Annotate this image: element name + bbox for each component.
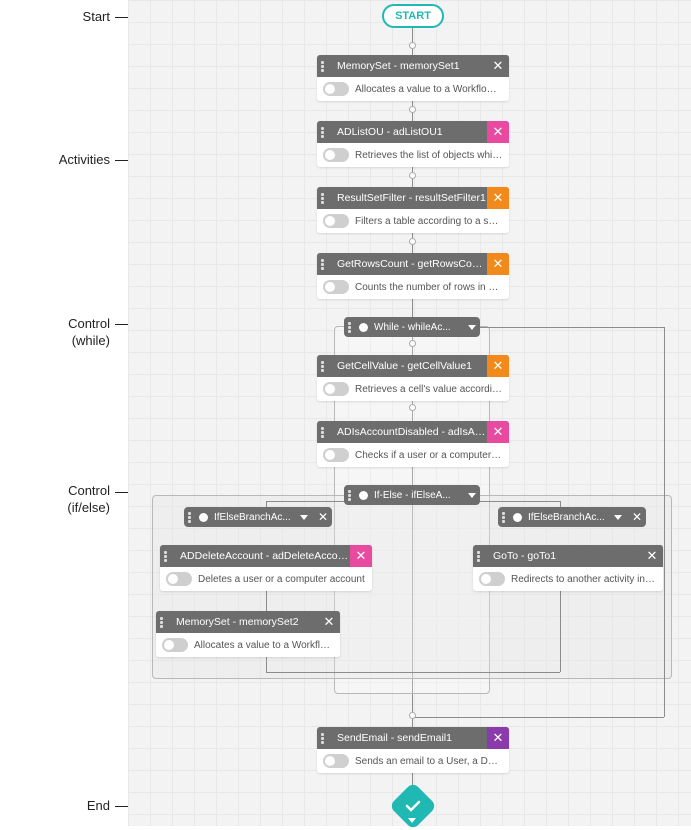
connector-ifelse-join	[266, 672, 560, 673]
node-desc: Allocates a value to a Workflow/Globa...	[194, 640, 334, 651]
workflow-canvas[interactable]: START MemorySet - memorySet1✕ Allocates …	[128, 0, 691, 826]
status-led	[199, 513, 208, 522]
chevron-down-icon[interactable]	[300, 515, 308, 520]
chevron-down-icon[interactable]	[614, 515, 622, 520]
control-title: IfElseBranchAc...	[528, 512, 605, 523]
enable-toggle[interactable]	[479, 572, 505, 586]
status-led	[359, 323, 368, 332]
enable-toggle[interactable]	[323, 382, 349, 396]
node-title: GoTo - goTo1	[493, 550, 641, 562]
node-sendemail1[interactable]: SendEmail - sendEmail1✕ Sends an email t…	[317, 727, 509, 773]
node-title: ADIsAccountDisabled - adIsAccount...	[337, 426, 487, 438]
node-desc: Counts the number of rows in a table	[355, 282, 503, 293]
enable-toggle[interactable]	[166, 572, 192, 586]
node-title: GetCellValue - getCellValue1	[337, 360, 487, 372]
node-desc: Retrieves the list of objects which resi…	[355, 150, 503, 161]
port	[409, 106, 416, 113]
node-desc: Retrieves a cell's value according to it…	[355, 384, 503, 395]
node-title: MemorySet - memorySet2	[176, 616, 318, 628]
close-icon[interactable]: ✕	[350, 545, 372, 567]
close-icon[interactable]: ✕	[487, 355, 509, 377]
node-getrowscount1[interactable]: GetRowsCount - getRowsCount1✕ Counts the…	[317, 253, 509, 299]
port	[409, 404, 416, 411]
node-title: SendEmail - sendEmail1	[337, 732, 487, 744]
chevron-down-icon[interactable]	[468, 325, 476, 330]
node-title: ADDeleteAccount - adDeleteAccount1	[180, 550, 350, 562]
enable-toggle[interactable]	[323, 280, 349, 294]
close-icon[interactable]: ✕	[318, 611, 340, 633]
node-getcellvalue1[interactable]: GetCellValue - getCellValue1✕ Retrieves …	[317, 355, 509, 401]
control-branch-right[interactable]: IfElseBranchAc... ✕	[498, 507, 646, 527]
enable-toggle[interactable]	[323, 214, 349, 228]
start-label: START	[395, 10, 431, 22]
label-control-ifelse: Control (if/else)	[67, 483, 110, 517]
port	[409, 340, 416, 347]
close-icon[interactable]: ✕	[318, 510, 328, 524]
close-icon[interactable]: ✕	[641, 545, 663, 567]
node-adisaccountdisabled[interactable]: ADIsAccountDisabled - adIsAccount...✕ Ch…	[317, 421, 509, 467]
enable-toggle[interactable]	[323, 82, 349, 96]
label-control-while: Control (while)	[68, 316, 110, 350]
node-adlistou1[interactable]: ADListOU - adListOU1✕ Retrieves the list…	[317, 121, 509, 167]
enable-toggle[interactable]	[162, 638, 188, 652]
close-icon[interactable]: ✕	[487, 187, 509, 209]
node-addeleteaccount1[interactable]: ADDeleteAccount - adDeleteAccount1✕ Dele…	[160, 545, 372, 591]
control-branch-left[interactable]: IfElseBranchAc... ✕	[184, 507, 332, 527]
chevron-down-icon[interactable]	[468, 493, 476, 498]
node-desc: Sends an email to a User, a Duty or a ..…	[355, 756, 503, 767]
close-icon[interactable]: ✕	[487, 55, 509, 77]
close-icon[interactable]: ✕	[487, 121, 509, 143]
port	[409, 238, 416, 245]
connector-while-out	[464, 327, 664, 328]
close-icon[interactable]: ✕	[632, 510, 642, 524]
node-title: ADListOU - adListOU1	[337, 126, 487, 138]
label-end: End	[87, 798, 110, 815]
port	[409, 712, 416, 719]
label-column: Start Activities Control (while) Control…	[0, 0, 128, 826]
connector-rejoin	[412, 717, 664, 718]
node-title: GetRowsCount - getRowsCount1	[337, 258, 487, 270]
control-while[interactable]: While - whileAc...	[344, 317, 480, 337]
end-icon	[403, 796, 423, 816]
control-ifelse[interactable]: If-Else - ifElseA...	[344, 485, 480, 505]
node-memoryset1[interactable]: MemorySet - memorySet1✕ Allocates a valu…	[317, 55, 509, 101]
node-title: MemorySet - memorySet1	[337, 60, 487, 72]
connector-branchR-down	[560, 590, 561, 672]
port	[409, 172, 416, 179]
label-activities: Activities	[59, 152, 110, 169]
control-title: If-Else - ifElseA...	[374, 490, 451, 501]
start-node[interactable]: START	[382, 4, 444, 28]
node-memoryset2[interactable]: MemorySet - memorySet2✕ Allocates a valu…	[156, 611, 340, 657]
status-led	[359, 491, 368, 500]
node-desc: Allocates a value to a Workflow/Globa...	[355, 84, 503, 95]
node-desc: Redirects to another activity in the Wo.…	[511, 574, 657, 585]
connector-right-rail	[664, 327, 665, 717]
chevron-down-icon[interactable]	[408, 818, 416, 823]
port	[409, 42, 416, 49]
node-resultsetfilter1[interactable]: ResultSetFilter - resultSetFilter1✕ Filt…	[317, 187, 509, 233]
close-icon[interactable]: ✕	[487, 421, 509, 443]
control-title: While - whileAc...	[374, 322, 451, 333]
label-start: Start	[83, 9, 110, 26]
enable-toggle[interactable]	[323, 148, 349, 162]
enable-toggle[interactable]	[323, 754, 349, 768]
close-icon[interactable]: ✕	[487, 727, 509, 749]
status-led	[513, 513, 522, 522]
node-desc: Deletes a user or a computer account	[198, 574, 366, 585]
node-goto1[interactable]: GoTo - goTo1✕ Redirects to another activ…	[473, 545, 663, 591]
node-desc: Filters a table according to a specified…	[355, 216, 503, 227]
node-title: ResultSetFilter - resultSetFilter1	[337, 192, 487, 204]
close-icon[interactable]: ✕	[487, 253, 509, 275]
enable-toggle[interactable]	[323, 448, 349, 462]
node-desc: Checks if a user or a computer accou...	[355, 450, 503, 461]
control-title: IfElseBranchAc...	[214, 512, 291, 523]
